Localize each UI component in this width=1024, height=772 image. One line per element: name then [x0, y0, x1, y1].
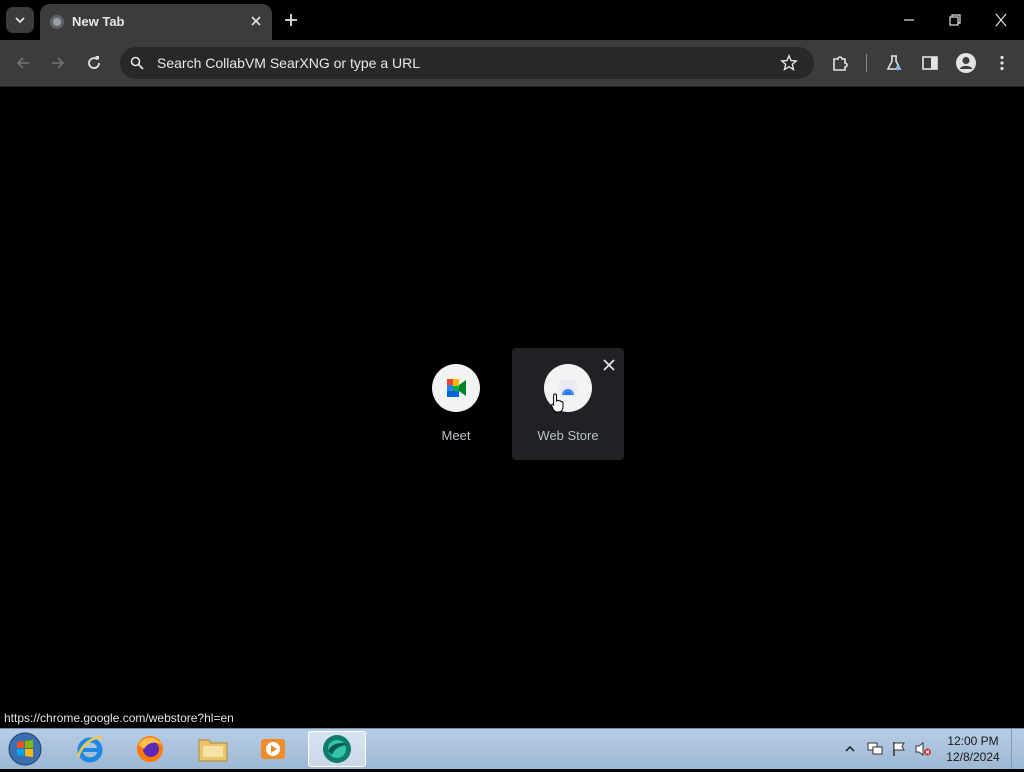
browser-app-icon [323, 735, 351, 763]
profile-icon[interactable] [955, 52, 977, 74]
reload-icon[interactable] [85, 54, 103, 72]
shortcut-label: Meet [441, 428, 471, 443]
shortcut-label: Web Store [537, 428, 599, 443]
back-arrow-icon[interactable] [14, 54, 32, 72]
tab-title: New Tab [72, 14, 125, 29]
tab-search-button[interactable] [6, 7, 34, 33]
taskbar: 12:00 PM 12/8/2024 [0, 728, 1024, 769]
remove-shortcut-close-icon[interactable] [602, 358, 616, 372]
omnibox[interactable]: Search CollabVM SearXNG or type a URL [120, 47, 814, 79]
clock-date: 12/8/2024 [946, 750, 1000, 764]
globe-icon [50, 15, 64, 29]
start-button[interactable] [6, 731, 46, 767]
taskbar-firefox[interactable] [122, 731, 178, 767]
puzzle-icon[interactable] [831, 54, 849, 72]
taskbar-internet-explorer[interactable] [62, 731, 118, 767]
show-hidden-icons-chevron-icon[interactable] [845, 744, 855, 754]
new-tab-page: Meet Web Store [0, 87, 1024, 728]
restore-icon[interactable] [949, 12, 961, 28]
tab-close-icon[interactable] [250, 15, 262, 27]
firefox-icon [137, 736, 163, 762]
internet-explorer-icon [76, 736, 104, 763]
chevron-down-icon [15, 17, 25, 24]
forward-arrow-icon[interactable] [49, 54, 67, 72]
taskbar-file-explorer[interactable] [185, 731, 241, 767]
media-player-icon [261, 739, 285, 759]
taskbar-browser-active[interactable] [308, 731, 366, 767]
shortcut-tile-meet[interactable]: Meet [400, 348, 512, 460]
tab-new-tab[interactable]: New Tab [40, 4, 272, 40]
taskbar-media-player[interactable] [245, 731, 301, 767]
meet-icon [432, 364, 480, 412]
system-clock[interactable]: 12:00 PM 12/8/2024 [938, 733, 1008, 765]
show-desktop-button[interactable] [1011, 729, 1024, 769]
windows-orb-icon [8, 732, 42, 766]
star-icon[interactable] [780, 54, 798, 72]
toolbar-separator [866, 54, 867, 72]
shortcut-tile-web-store[interactable]: Web Store [512, 348, 624, 460]
minimize-icon[interactable] [903, 12, 915, 28]
side-panel-icon[interactable] [921, 54, 939, 72]
action-center-flag-icon[interactable] [891, 741, 907, 757]
omnibox-placeholder: Search CollabVM SearXNG or type a URL [157, 55, 420, 71]
flask-icon[interactable] [885, 54, 903, 72]
clock-time: 12:00 PM [947, 734, 999, 748]
search-icon [130, 56, 144, 70]
tab-strip: New Tab [0, 0, 1024, 40]
status-bubble-url: https://chrome.google.com/webstore?hl=en [0, 710, 240, 727]
window-close-icon[interactable] [995, 12, 1007, 28]
toolbar: Search CollabVM SearXNG or type a URL [0, 40, 1024, 87]
hand-cursor-icon [551, 393, 564, 413]
volume-muted-icon[interactable] [914, 741, 932, 757]
new-tab-plus-icon[interactable] [283, 12, 299, 28]
folder-icon [198, 739, 228, 762]
kebab-menu-icon[interactable] [993, 54, 1011, 72]
network-icon[interactable] [866, 741, 884, 757]
